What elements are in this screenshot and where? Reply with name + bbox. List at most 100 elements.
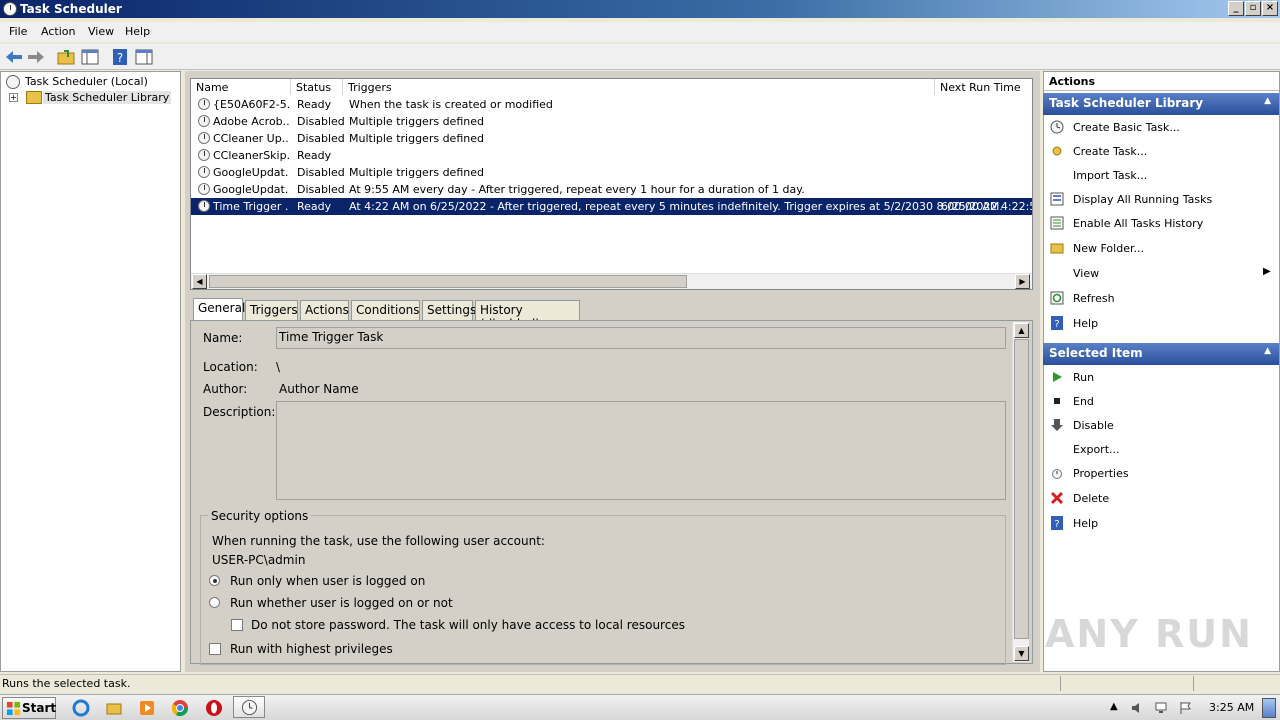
action-delete[interactable]: Delete: [1073, 492, 1109, 505]
start-button[interactable]: Start: [2, 697, 56, 719]
task-row-selected[interactable]: Time Trigger ... Ready At 4:22 AM on 6/2…: [191, 198, 1032, 215]
show-hide-console-tree-icon[interactable]: [80, 47, 100, 67]
network-icon[interactable]: [1154, 701, 1168, 715]
chrome-icon[interactable]: [171, 699, 189, 717]
internet-explorer-icon[interactable]: [72, 699, 90, 717]
folder-icon: [26, 91, 42, 104]
task-row[interactable]: Adobe Acrob... Disabled Multiple trigger…: [191, 113, 1032, 130]
help-icon[interactable]: ?: [110, 47, 130, 67]
action-help-selected[interactable]: Help: [1073, 517, 1098, 530]
action-center-flag-icon[interactable]: [1178, 701, 1192, 715]
refresh-icon: [1050, 291, 1064, 305]
tab-settings[interactable]: Settings: [422, 300, 476, 320]
task-row[interactable]: CCleaner Up... Disabled Multiple trigger…: [191, 130, 1032, 147]
media-player-icon[interactable]: [138, 699, 156, 717]
tab-triggers[interactable]: Triggers: [245, 300, 298, 320]
tree-library[interactable]: Task Scheduler Library: [43, 91, 172, 104]
task-scheduler-taskbar-button[interactable]: [233, 696, 265, 718]
name-field[interactable]: Time Trigger Task: [276, 327, 1006, 349]
collapse-icon[interactable]: ▲: [1264, 346, 1271, 356]
col-status[interactable]: Status: [291, 79, 343, 95]
task-row[interactable]: GoogleUpdat... Disabled At 9:55 AM every…: [191, 181, 1032, 198]
action-new-folder[interactable]: New Folder...: [1073, 242, 1144, 255]
task-name: GoogleUpdat...: [213, 166, 289, 179]
selected-item-section-header[interactable]: Selected Item ▲: [1043, 343, 1279, 365]
do-not-store-label: Do not store password. The task will onl…: [251, 618, 685, 632]
tab-general[interactable]: General: [193, 298, 245, 321]
radio-logged-on[interactable]: [209, 575, 220, 586]
location-label: Location:: [203, 360, 258, 374]
tab-actions[interactable]: Actions: [300, 300, 349, 320]
scroll-down-icon[interactable]: ▼: [1014, 646, 1029, 661]
maximize-button[interactable]: ▫: [1245, 1, 1261, 16]
task-clock-icon: [198, 166, 210, 178]
opera-icon[interactable]: [205, 699, 223, 717]
toolbar: ?: [0, 44, 1280, 70]
action-refresh[interactable]: Refresh: [1073, 292, 1115, 305]
up-folder-icon[interactable]: [56, 47, 76, 67]
col-triggers[interactable]: Triggers: [343, 79, 935, 95]
svg-text:?: ?: [1054, 519, 1059, 530]
library-section-header[interactable]: Task Scheduler Library ▲: [1043, 93, 1279, 115]
menu-file[interactable]: File: [9, 25, 27, 38]
menu-action[interactable]: Action: [41, 25, 75, 38]
description-label: Description:: [203, 405, 276, 419]
properties-icon: [1052, 469, 1062, 479]
col-name[interactable]: Name: [191, 79, 291, 95]
task-row[interactable]: GoogleUpdat... Disabled Multiple trigger…: [191, 164, 1032, 181]
action-display-running-tasks[interactable]: Display All Running Tasks: [1073, 193, 1212, 206]
menu-help[interactable]: Help: [125, 25, 150, 38]
show-hidden-icons-icon[interactable]: ▲: [1110, 701, 1124, 715]
tasks-history-icon: [1050, 216, 1064, 230]
back-icon[interactable]: [4, 47, 24, 67]
checkbox-do-not-store-password[interactable]: [231, 619, 243, 631]
task-status: Ready: [297, 149, 332, 162]
create-basic-task-icon: [1050, 120, 1064, 134]
task-status: Disabled: [297, 115, 345, 128]
action-properties[interactable]: Properties: [1073, 467, 1129, 480]
tab-conditions[interactable]: Conditions: [351, 300, 420, 320]
task-row[interactable]: {E50A60F2-5... Ready When the task is cr…: [191, 96, 1032, 113]
action-help[interactable]: Help: [1073, 317, 1098, 330]
scroll-thumb[interactable]: [1014, 339, 1029, 639]
horizontal-scrollbar[interactable]: ◀ ▶: [191, 273, 1032, 289]
show-hide-action-pane-icon[interactable]: [134, 47, 154, 67]
action-enable-tasks-history[interactable]: Enable All Tasks History: [1073, 217, 1203, 230]
close-button[interactable]: ×: [1262, 1, 1278, 16]
checkbox-highest-privileges[interactable]: [209, 643, 221, 655]
menu-view[interactable]: View: [88, 25, 114, 38]
clock[interactable]: 3:25 AM: [1209, 701, 1254, 714]
tree-root[interactable]: Task Scheduler (Local): [25, 75, 148, 88]
radio-whether-logged-on-label: Run whether user is logged on or not: [230, 596, 453, 610]
author-value: Author Name: [279, 382, 359, 396]
action-end[interactable]: End: [1073, 395, 1094, 408]
description-field[interactable]: [276, 401, 1006, 500]
scroll-thumb[interactable]: [209, 275, 687, 288]
tab-history[interactable]: History (disabled): [475, 300, 580, 331]
volume-icon[interactable]: [1130, 701, 1144, 715]
action-disable[interactable]: Disable: [1073, 419, 1114, 432]
vertical-scrollbar[interactable]: ▲ ▼: [1012, 322, 1029, 662]
scroll-up-icon[interactable]: ▲: [1014, 323, 1029, 338]
action-export[interactable]: Export...: [1073, 443, 1120, 456]
action-create-task[interactable]: Create Task...: [1073, 145, 1147, 158]
minimize-button[interactable]: _: [1228, 1, 1244, 16]
action-view[interactable]: View: [1073, 267, 1099, 280]
radio-logged-on-label: Run only when user is logged on: [230, 574, 426, 588]
show-desktop-button[interactable]: [1262, 698, 1276, 718]
action-create-basic-task[interactable]: Create Basic Task...: [1073, 121, 1180, 134]
scroll-left-icon[interactable]: ◀: [192, 274, 207, 289]
file-explorer-icon[interactable]: [105, 699, 123, 717]
watermark: ANY RUN: [1045, 612, 1253, 656]
collapse-icon[interactable]: ▲: [1264, 96, 1271, 106]
expand-icon[interactable]: +: [9, 93, 18, 102]
scroll-right-icon[interactable]: ▶: [1015, 274, 1030, 289]
col-next-run[interactable]: Next Run Time: [935, 79, 1032, 95]
task-row[interactable]: CCleanerSkip... Ready: [191, 147, 1032, 164]
create-task-icon: [1052, 146, 1062, 156]
action-import-task[interactable]: Import Task...: [1073, 169, 1147, 182]
radio-whether-logged-on[interactable]: [209, 597, 220, 608]
forward-icon[interactable]: [26, 47, 46, 67]
name-label: Name:: [203, 331, 243, 345]
action-run[interactable]: Run: [1073, 371, 1094, 384]
